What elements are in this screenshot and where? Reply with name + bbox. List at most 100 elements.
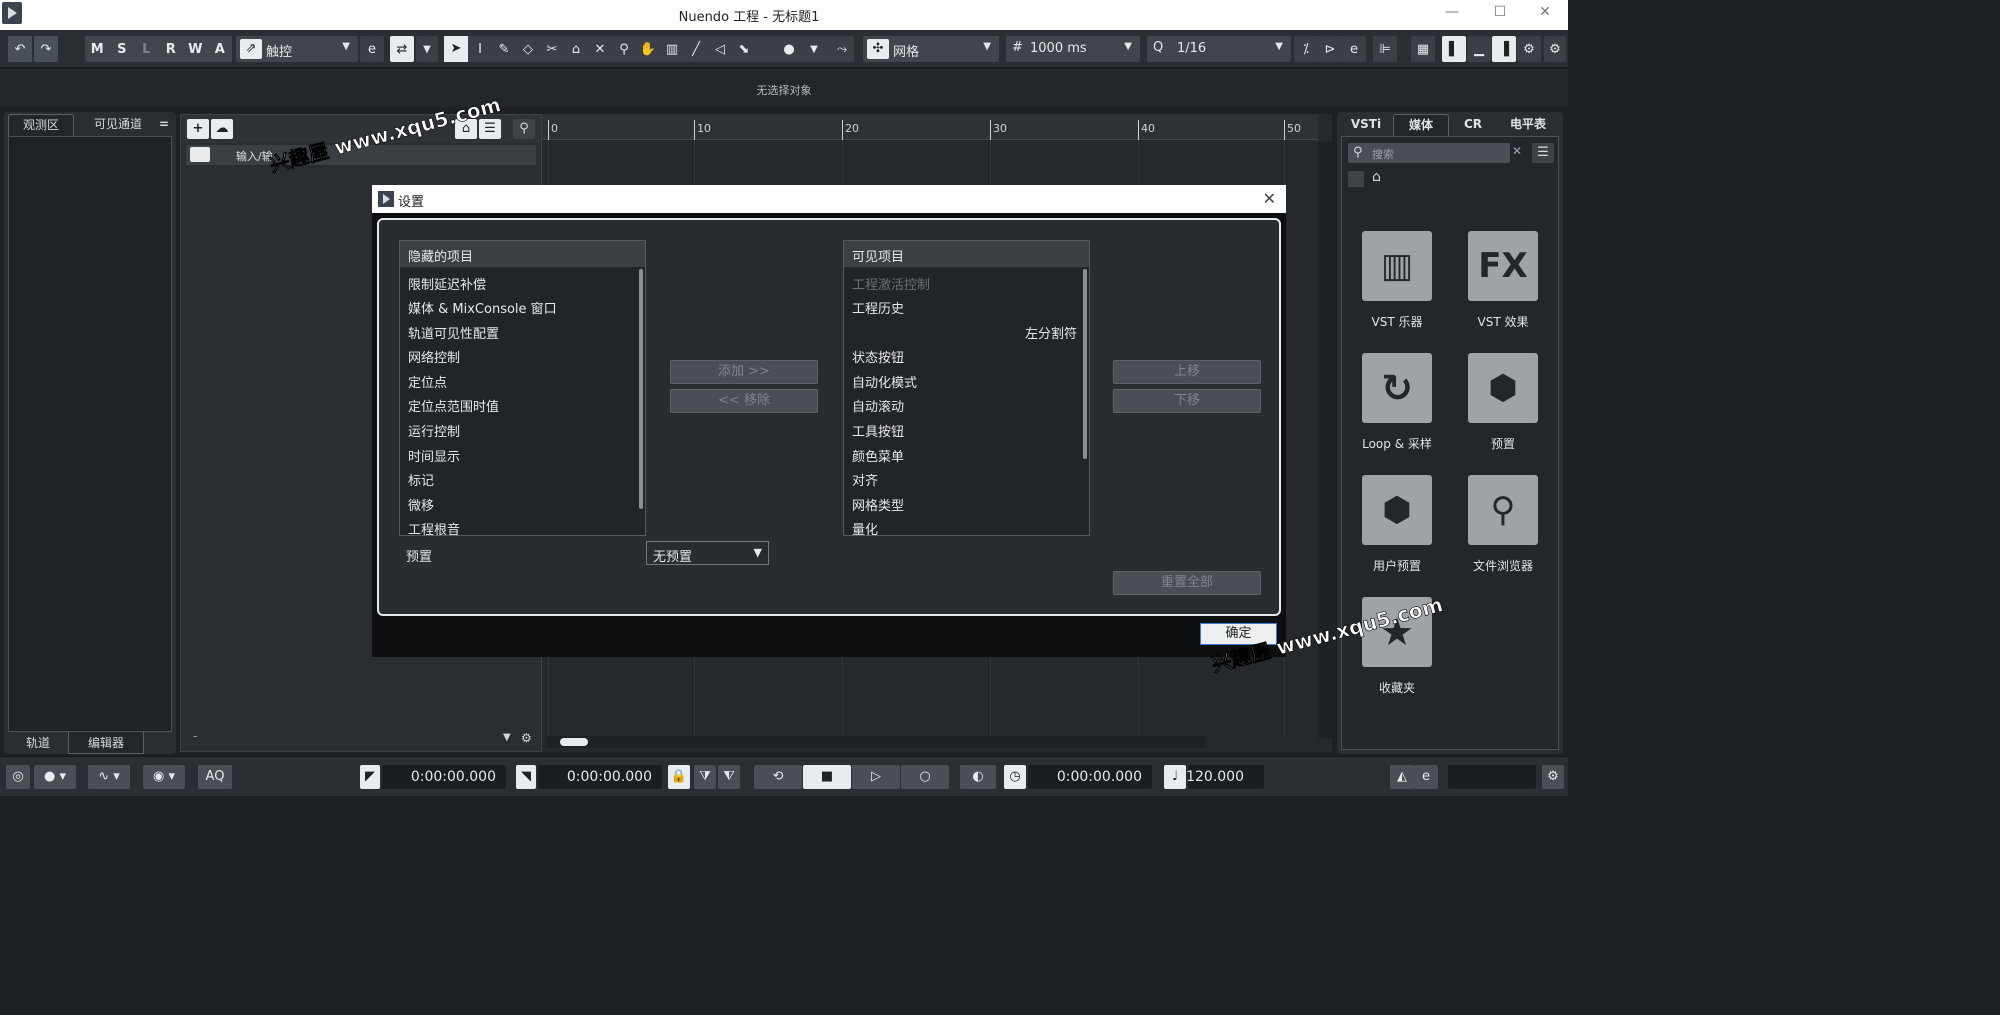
tab-tracks[interactable]: 轨道 (8, 732, 68, 754)
tab-inspector[interactable]: 观测区 (8, 114, 74, 136)
snap-toggle-button[interactable]: ⤳ (830, 36, 854, 62)
list-scrollbar[interactable] (1083, 269, 1087, 459)
right-zone-toggle[interactable]: ▐ (1492, 36, 1516, 62)
glue-tool-icon[interactable]: ⌂ (564, 42, 588, 57)
list-scrollbar[interactable] (639, 269, 643, 509)
lower-zone-toggle[interactable]: ▁ (1467, 36, 1491, 62)
tab-media[interactable]: 媒体 (1393, 114, 1449, 136)
activity-icon[interactable]: ◎ (6, 765, 30, 789)
cycle-button[interactable]: ⟲ (754, 765, 802, 789)
search-icon[interactable]: ⚲ (513, 119, 535, 139)
punch-in-icon[interactable]: ⧩ (694, 765, 716, 789)
menu-icon[interactable]: = (156, 114, 172, 136)
list-item[interactable]: 时间显示 (408, 446, 460, 465)
fx-icon[interactable]: FX (1468, 231, 1538, 301)
align-button[interactable]: ⊫ (1373, 36, 1397, 62)
iterative-quantize-button[interactable]: ⁒ (1294, 36, 1318, 62)
left-locator-field[interactable]: 0:00:00.000 (382, 765, 506, 789)
list-item[interactable]: 轨道可见性配置 (408, 323, 499, 342)
list-item[interactable]: 定位点范围时值 (408, 396, 499, 415)
scroll-thumb[interactable] (560, 738, 588, 746)
visible-items-list[interactable]: 可见项目 工程激活控制 工程历史 左分割符 状态按钮 自动化模式 自动滚动 工具… (843, 240, 1090, 538)
write-button[interactable]: W (183, 42, 208, 57)
line-tool-icon[interactable]: ╱ (684, 42, 708, 57)
chevron-down-icon[interactable]: ▼ (503, 732, 511, 743)
color-menu-arrow[interactable]: ▼ (804, 36, 824, 62)
close-icon[interactable]: ✕ (1263, 189, 1276, 208)
gear-icon[interactable]: ⚙ (521, 731, 532, 745)
list-item[interactable]: 网格类型 (852, 495, 904, 514)
punch-out-icon[interactable]: ⧨ (718, 765, 740, 789)
zoom-tool-icon[interactable]: ⚲ (612, 42, 636, 57)
keyboard-button[interactable]: ▦ (1411, 36, 1435, 62)
clock-icon[interactable]: ◷ (1004, 765, 1026, 789)
list-item[interactable]: 对齐 (852, 470, 878, 489)
minimize-button[interactable]: — (1437, 4, 1467, 26)
right-locator-field[interactable]: 0:00:00.000 (538, 765, 662, 789)
remove-button[interactable]: << 移除 (670, 389, 818, 413)
play-tool-icon[interactable]: ◁ (708, 42, 732, 57)
list-item[interactable]: 左分割符 (1025, 323, 1077, 342)
list-item[interactable]: 颜色菜单 (852, 446, 904, 465)
tab-editor[interactable]: 编辑器 (68, 732, 144, 754)
marker-icon[interactable]: ◭ (1390, 765, 1414, 789)
list-item[interactable]: 标记 (408, 470, 434, 489)
auto-scroll-menu[interactable]: ▼ (416, 36, 438, 62)
list-item[interactable]: 工程历史 (852, 298, 904, 317)
list-item[interactable]: 量化 (852, 519, 878, 538)
list-item[interactable]: 网络控制 (408, 347, 460, 366)
list-item[interactable]: 自动滚动 (852, 396, 904, 415)
record-button[interactable]: ○ (901, 765, 949, 789)
list-view-icon[interactable]: ☰ (1532, 143, 1554, 163)
loop-icon[interactable]: ↻ (1362, 353, 1432, 423)
grid-value-select[interactable]: # 1000 ms ▼ (1006, 36, 1140, 62)
add-button[interactable]: 添加 >> (670, 360, 818, 384)
object-select-tool-icon[interactable]: ➤ (444, 36, 468, 62)
tab-visibility[interactable]: 可见通道 (80, 114, 156, 136)
quantize-settings-button[interactable]: ⊳ (1318, 36, 1342, 62)
close-window-button[interactable]: ✕ (1530, 4, 1560, 26)
hidden-items-list[interactable]: 隐藏的项目 限制延迟补偿 媒体 & MixConsole 窗口 轨道可见性配置 … (399, 240, 646, 538)
add-track-cloud-button[interactable]: ☁ (211, 119, 233, 139)
list-item[interactable]: 运行控制 (408, 421, 460, 440)
left-zone-toggle[interactable]: ▌ (1442, 36, 1466, 62)
text-tool-icon[interactable]: I (468, 42, 492, 57)
list-item[interactable]: 工具按钮 (852, 421, 904, 440)
hexagons-icon[interactable]: ⬢ (1468, 353, 1538, 423)
auto-scroll-button[interactable]: ⇄ (390, 36, 414, 62)
preset-select[interactable]: 无预置 ▼ (646, 541, 769, 565)
edit-icon[interactable]: e (1414, 765, 1438, 789)
tempo-icon[interactable]: ♩ (1164, 765, 1186, 789)
move-up-button[interactable]: 上移 (1113, 360, 1261, 384)
list-item[interactable]: 状态按钮 (852, 347, 904, 366)
mute-button[interactable]: M (85, 42, 110, 57)
settings-button[interactable]: ⚙ (1517, 36, 1541, 62)
automation-mode-select[interactable]: ⇗ 触控 ▼ (236, 36, 358, 62)
play-button[interactable]: ▷ (852, 765, 900, 789)
clear-search-icon[interactable]: ✕ (1512, 144, 1522, 158)
list-item[interactable]: 微移 (408, 495, 434, 514)
comp-tool-icon[interactable]: ▥ (660, 42, 684, 57)
split-tool-icon[interactable]: ✂ (540, 42, 564, 57)
list-item[interactable]: 工程激活控制 (852, 274, 930, 293)
toolbar-settings-button[interactable]: ⚙ (1544, 36, 1566, 62)
tab-meter[interactable]: 电平表 (1497, 114, 1559, 136)
search-input[interactable]: ⚲ 搜索 (1348, 143, 1510, 163)
piano-keys-icon[interactable]: ▥ (1362, 231, 1432, 301)
list-item[interactable]: 自动化模式 (852, 372, 917, 391)
mute-tool-icon[interactable]: ✕ (588, 42, 612, 57)
monitor-button[interactable]: A (208, 42, 233, 57)
tab-vsti[interactable]: VSTi (1341, 114, 1391, 136)
solo-button[interactable]: S (110, 42, 135, 57)
ruler[interactable]: 0 10 20 30 40 50 (542, 114, 1318, 140)
read-button[interactable]: R (159, 42, 184, 57)
quantize-edit-button[interactable]: e (1342, 36, 1366, 62)
tab-control-room[interactable]: CR (1451, 114, 1495, 136)
grid-type-select[interactable]: ✣ 网格 ▼ (863, 36, 999, 62)
stop-button[interactable]: ■ (803, 765, 851, 789)
color-menu-button[interactable]: ● (776, 36, 802, 62)
file-browser-icon[interactable]: ⚲ (1468, 475, 1538, 545)
midi-activity-button[interactable]: ◉ ▾ (143, 765, 185, 789)
draw-tool-icon[interactable]: ✎ (492, 42, 516, 57)
redo-button[interactable]: ↷ (34, 36, 58, 62)
